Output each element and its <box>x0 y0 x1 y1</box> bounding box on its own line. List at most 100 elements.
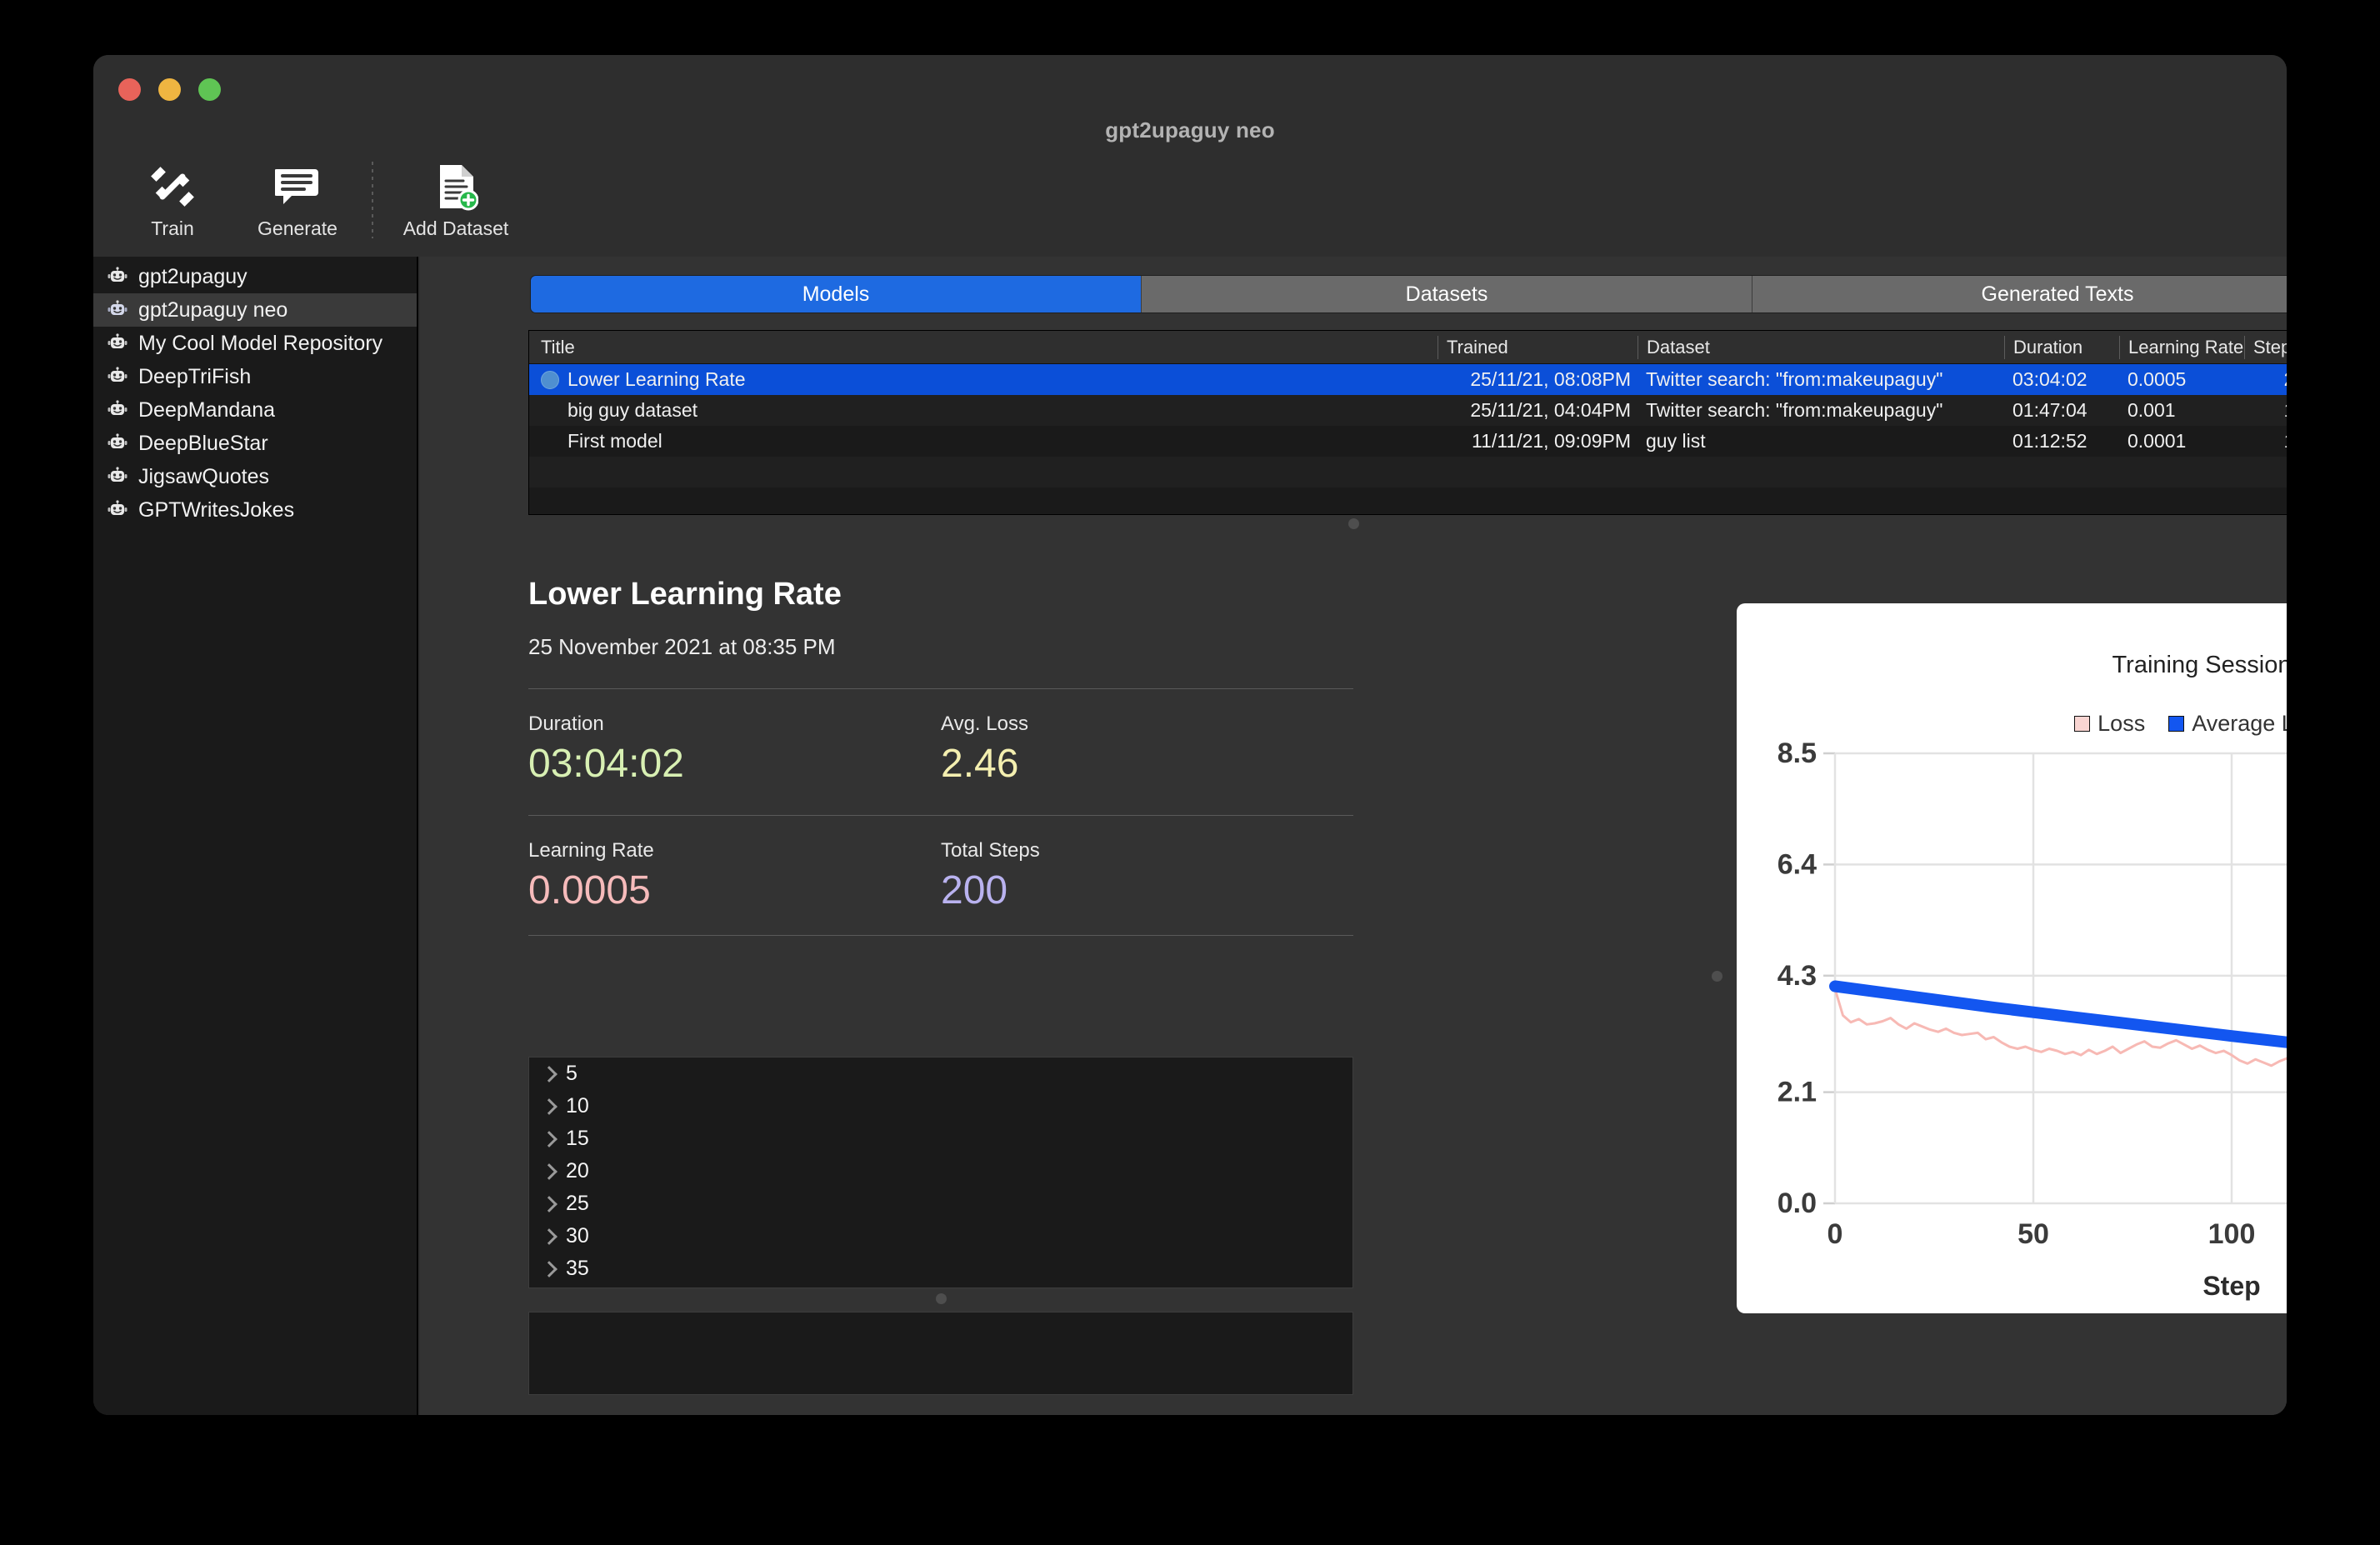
status-dot-icon <box>541 370 559 389</box>
cell-learning-rate: 0.0001 <box>2128 430 2187 452</box>
column-header-steps[interactable]: Steps <box>2244 335 2287 359</box>
detail-left-column: Lower Learning Rate 25 November 2021 at … <box>528 553 1353 1395</box>
legend-item-loss[interactable]: Loss <box>2074 711 2145 737</box>
cell-duration: 01:47:04 <box>2012 399 2088 421</box>
list-item-label: 25 <box>566 1192 589 1215</box>
maximize-window-button[interactable] <box>198 78 221 101</box>
list-item[interactable]: 5 <box>529 1058 1352 1090</box>
list-item[interactable]: 20 <box>529 1155 1352 1188</box>
cell-title-text: Lower Learning Rate <box>568 368 746 390</box>
table-row[interactable]: Lower Learning Rate 25/11/21, 08:08PM Tw… <box>529 364 2287 395</box>
table-detail-splitter[interactable] <box>420 517 2287 530</box>
detail-pane: Lower Learning Rate 25 November 2021 at … <box>420 537 2287 1415</box>
column-header-dataset[interactable]: Dataset <box>1638 335 2004 359</box>
chevron-right-icon[interactable] <box>542 1228 554 1246</box>
tab-models[interactable]: Models <box>531 276 1142 312</box>
sidebar-item-deeptrifish[interactable]: DeepTriFish <box>93 360 417 393</box>
sidebar-item-my-cool-model-repository[interactable]: My Cool Model Repository <box>93 327 417 360</box>
list-item[interactable]: 10 <box>529 1090 1352 1122</box>
sidebar-item-deepmandana[interactable]: DeepMandana <box>93 393 417 427</box>
sidebar-item-gpt2upaguy[interactable]: gpt2upaguy <box>93 260 417 293</box>
sidebar-item-gpt2upaguy-neo[interactable]: gpt2upaguy neo <box>93 293 417 327</box>
table-row[interactable]: big guy dataset 25/11/21, 04:04PM Twitte… <box>529 395 2287 426</box>
column-header-title[interactable]: Title <box>529 336 1438 359</box>
stat-avg-loss-label: Avg. Loss <box>941 712 1028 735</box>
cell-duration: 03:04:02 <box>2012 368 2088 390</box>
cell-dataset: Twitter search: "from:makeupaguy" <box>1646 399 1943 421</box>
chevron-right-icon[interactable] <box>542 1260 554 1278</box>
toolbar: Train Generate Add Dataset <box>110 155 518 247</box>
sidebar-item-label: GPTWritesJokes <box>138 498 295 522</box>
chart-plot-area: 0.02.14.36.48.5050100150200Step <box>1737 737 2287 1313</box>
column-header-duration[interactable]: Duration <box>2004 335 2119 359</box>
svg-text:4.3: 4.3 <box>1778 960 1817 992</box>
svg-text:8.5: 8.5 <box>1778 738 1817 769</box>
window-title: gpt2upaguy neo <box>1105 118 1275 142</box>
table-empty-row <box>529 457 2287 488</box>
dumbbell-icon <box>149 162 196 212</box>
robot-icon <box>107 432 128 454</box>
cell-trained: 11/11/21, 09:09PM <box>1472 430 1631 452</box>
models-table[interactable]: Title Trained Dataset Duration Learning … <box>528 330 2287 515</box>
sidebar-item-deepbluestar[interactable]: DeepBlueStar <box>93 427 417 460</box>
chevron-right-icon[interactable] <box>542 1065 554 1083</box>
chevron-right-icon[interactable] <box>542 1195 554 1213</box>
train-button[interactable]: Train <box>110 155 235 240</box>
speech-bubble-icon <box>275 162 320 212</box>
add-dataset-button[interactable]: Add Dataset <box>393 155 518 240</box>
sidebar-item-label: gpt2upaguy <box>138 264 248 288</box>
cell-title: Lower Learning Rate <box>529 368 1438 391</box>
stat-duration: Duration 03:04:02 <box>528 712 941 787</box>
sidebar-item-label: DeepTriFish <box>138 364 252 388</box>
svg-text:2.1: 2.1 <box>1778 1077 1817 1108</box>
list-item[interactable]: 25 <box>529 1188 1352 1220</box>
column-header-learning-rate[interactable]: Learning Rate <box>2119 335 2244 359</box>
list-item[interactable]: 35 <box>529 1252 1352 1285</box>
content-pane: Models Datasets Generated Texts Title Tr… <box>420 257 2287 1415</box>
legend-item-average-loss[interactable]: Average Loss <box>2168 711 2287 737</box>
divider <box>528 815 1353 816</box>
divider <box>528 688 1353 689</box>
detail-chart-splitter[interactable] <box>1710 537 1723 1415</box>
cell-title: First model <box>529 430 1438 452</box>
chart-title: Training Session <box>2112 652 2287 678</box>
stat-total-steps-label: Total Steps <box>941 839 1040 862</box>
robot-icon <box>107 266 128 288</box>
cell-title-text: First model <box>568 430 662 452</box>
cell-steps: 100 <box>2244 399 2287 422</box>
table-row[interactable]: First model 11/11/21, 09:09PM guy list 0… <box>529 426 2287 457</box>
tab-datasets[interactable]: Datasets <box>1142 276 1752 312</box>
chevron-right-icon[interactable] <box>542 1130 554 1148</box>
app-window: gpt2upaguy neo Train Generate Add Datase… <box>93 55 2287 1415</box>
legend-swatch-average-loss <box>2168 716 2185 732</box>
list-item[interactable]: 30 <box>529 1220 1352 1252</box>
sidebar-item-jigsawquotes[interactable]: JigsawQuotes <box>93 460 417 493</box>
stat-learning-rate: Learning Rate 0.0005 <box>528 839 941 913</box>
generate-button[interactable]: Generate <box>235 155 360 240</box>
list-item[interactable]: 15 <box>529 1122 1352 1155</box>
stat-duration-value: 03:04:02 <box>528 742 684 786</box>
training-chart-card: Training Session Loss Average Loss 0.0 2.… <box>1737 603 2287 1313</box>
column-header-trained[interactable]: Trained <box>1438 335 1638 359</box>
cell-dataset: guy list <box>1646 430 1706 452</box>
tab-bar: Models Datasets Generated Texts <box>530 275 2287 313</box>
titlebar: gpt2upaguy neo Train Generate Add Datase… <box>93 55 2287 239</box>
detail-date: 25 November 2021 at 08:35 PM <box>528 634 836 659</box>
sidebar-item-label: DeepBlueStar <box>138 431 268 455</box>
step-outline-list[interactable]: 5 10 15 20 25 30 35 <box>528 1057 1353 1288</box>
cell-trained: 25/11/21, 04:04PM <box>1470 399 1631 421</box>
cell-learning-rate: 0.001 <box>2128 399 2176 421</box>
tab-generated-texts[interactable]: Generated Texts <box>1752 276 2287 312</box>
chevron-right-icon[interactable] <box>542 1098 554 1116</box>
minimize-window-button[interactable] <box>158 78 181 101</box>
chart-svg: 0.02.14.36.48.5050100150200Step <box>1778 738 2287 1301</box>
sidebar-item-gptwritesjokes[interactable]: GPTWritesJokes <box>93 493 417 527</box>
outline-text-splitter[interactable] <box>528 1292 1353 1305</box>
document-add-icon <box>433 162 478 212</box>
generated-text-panel[interactable] <box>528 1312 1353 1395</box>
list-item-label: 5 <box>566 1062 578 1085</box>
close-window-button[interactable] <box>118 78 141 101</box>
svg-text:50: 50 <box>2018 1218 2049 1250</box>
stat-learning-rate-value: 0.0005 <box>528 868 651 912</box>
chevron-right-icon[interactable] <box>542 1162 554 1181</box>
